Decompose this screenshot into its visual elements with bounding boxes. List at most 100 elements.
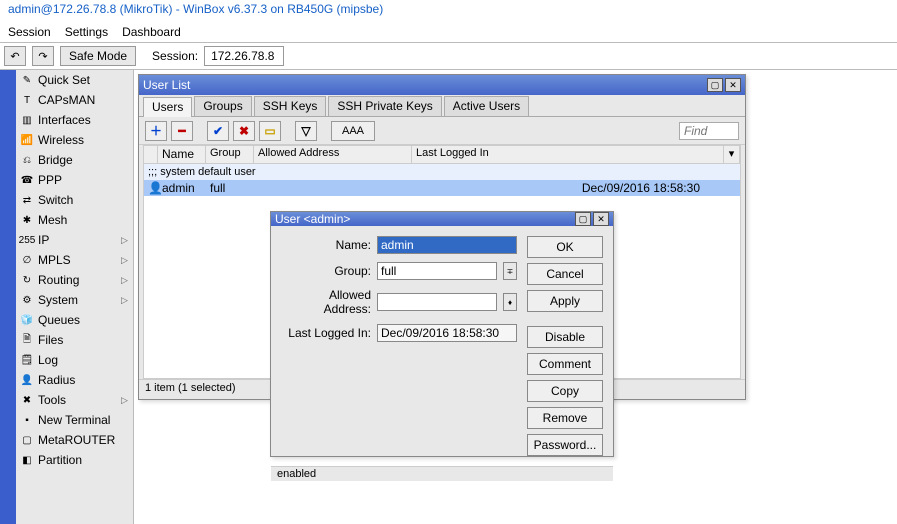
- sidebar-item-switch[interactable]: ⇄ Switch: [16, 190, 133, 210]
- disable-user-button[interactable]: Disable: [527, 326, 603, 348]
- sidebar-label: Wireless: [38, 133, 129, 147]
- sidebar-item-wireless[interactable]: 📶Wireless: [16, 130, 133, 150]
- sidebar-icon: 🗒: [20, 353, 34, 367]
- userlist-close-button[interactable]: ✕: [725, 78, 741, 92]
- sidebar-item-mpls[interactable]: ∅MPLS▷: [16, 250, 133, 270]
- sidebar-label: Mesh: [38, 213, 129, 227]
- userlist-tabs: UsersGroupsSSH KeysSSH Private KeysActiv…: [139, 95, 745, 117]
- sidebar-item-routing[interactable]: ↻Routing▷: [16, 270, 133, 290]
- sidebar-item-bridge[interactable]: ⎌Bridge: [16, 150, 133, 170]
- comment-button[interactable]: ▭: [259, 121, 281, 141]
- sidebar-item-queues[interactable]: 🧊Queues: [16, 310, 133, 330]
- sidebar-item-new-terminal[interactable]: ▪New Terminal: [16, 410, 133, 430]
- undo-button[interactable]: ↶: [4, 46, 26, 66]
- col-name[interactable]: Name ▽: [158, 146, 206, 163]
- copy-button[interactable]: Copy: [527, 380, 603, 402]
- enable-button[interactable]: ✔: [207, 121, 229, 141]
- sidebar-icon: ◧: [20, 453, 34, 467]
- remove-user-button[interactable]: Remove: [527, 407, 603, 429]
- aaa-button[interactable]: AAA: [331, 121, 375, 141]
- sidebar-item-system[interactable]: ⚙System▷: [16, 290, 133, 310]
- sidebar-label: Quick Set: [38, 73, 129, 87]
- disable-button[interactable]: ✖: [233, 121, 255, 141]
- sidebar-item-quick-set[interactable]: ✎ Quick Set: [16, 70, 133, 90]
- tab-groups[interactable]: Groups: [194, 96, 251, 116]
- sidebar-item-ppp[interactable]: ☎PPP: [16, 170, 133, 190]
- menu-session[interactable]: Session: [8, 25, 51, 39]
- sidebar-icon: T: [20, 93, 34, 107]
- menu-dashboard[interactable]: Dashboard: [122, 25, 181, 39]
- userdlg-status: enabled: [271, 466, 613, 481]
- sidebar-item-metarouter[interactable]: ▢MetaROUTER: [16, 430, 133, 450]
- sidebar-icon: ✎: [20, 73, 34, 87]
- userlist-titlebar[interactable]: User List ▢ ✕: [139, 75, 745, 95]
- chevron-right-icon: ▷: [121, 395, 129, 406]
- sidebar-item-partition[interactable]: ◧ Partition: [16, 450, 133, 470]
- allowed-label: Allowed Address:: [281, 288, 371, 316]
- sidebar-item-files[interactable]: 🗎Files: [16, 330, 133, 350]
- sidebar-item-radius[interactable]: 👤Radius: [16, 370, 133, 390]
- allowed-field[interactable]: [377, 293, 497, 311]
- password-button[interactable]: Password...: [527, 434, 603, 456]
- sidebar: ✎ Quick Set TCAPsMAN▥Interfaces📶Wireless⎌B…: [16, 70, 134, 524]
- sidebar-label: Files: [38, 333, 129, 347]
- sidebar-label: Switch: [38, 193, 129, 207]
- sidebar-item-capsman[interactable]: TCAPsMAN: [16, 90, 133, 110]
- userdlg-close-button[interactable]: ✕: [593, 212, 609, 226]
- comment-user-button[interactable]: Comment: [527, 353, 603, 375]
- grid-row-admin[interactable]: 👤 admin full Dec/09/2016 18:58:30: [144, 180, 740, 196]
- sidebar-label: Bridge: [38, 153, 129, 167]
- allowed-updown-icon[interactable]: ♦: [503, 293, 517, 311]
- col-group[interactable]: Group: [206, 146, 254, 163]
- sidebar-item-log[interactable]: 🗒Log: [16, 350, 133, 370]
- sidebar-item-tools[interactable]: ✖Tools▷: [16, 390, 133, 410]
- col-last[interactable]: Last Logged In: [412, 146, 724, 163]
- add-button[interactable]: ＋: [145, 121, 167, 141]
- apply-button[interactable]: Apply: [527, 290, 603, 312]
- find-input[interactable]: [679, 122, 739, 140]
- name-label: Name:: [281, 238, 371, 252]
- ok-button[interactable]: OK: [527, 236, 603, 258]
- window-title: admin@172.26.78.8 (MikroTik) - WinBox v6…: [0, 0, 897, 22]
- col-menu[interactable]: ▾: [724, 146, 740, 163]
- filter-button[interactable]: ▽: [295, 121, 317, 141]
- tab-ssh-keys[interactable]: SSH Keys: [254, 96, 327, 116]
- sidebar-label: Partition: [38, 453, 129, 467]
- sidebar-label: MPLS: [38, 253, 117, 267]
- userlist-min-button[interactable]: ▢: [707, 78, 723, 92]
- session-ip[interactable]: 172.26.78.8: [204, 46, 284, 66]
- tab-ssh-private-keys[interactable]: SSH Private Keys: [328, 96, 441, 116]
- sidebar-icon: ↻: [20, 273, 34, 287]
- last-label: Last Logged In:: [281, 326, 371, 340]
- sidebar-icon: ▥: [20, 113, 34, 127]
- group-field[interactable]: full: [377, 262, 497, 280]
- safemode-button[interactable]: Safe Mode: [60, 46, 136, 66]
- redo-button[interactable]: ↷: [32, 46, 54, 66]
- sidebar-icon: ⚙: [20, 293, 34, 307]
- session-label: Session:: [152, 49, 198, 63]
- userlist-title: User List: [143, 78, 190, 92]
- remove-button[interactable]: ━: [171, 121, 193, 141]
- userdlg-titlebar[interactable]: User <admin> ▢ ✕: [271, 212, 613, 226]
- tab-active-users[interactable]: Active Users: [444, 96, 529, 116]
- sidebar-icon: ✱: [20, 213, 34, 227]
- col-allowed[interactable]: Allowed Address: [254, 146, 412, 163]
- grid-header: Name ▽ Group Allowed Address Last Logged…: [144, 146, 740, 164]
- chevron-right-icon: ▷: [121, 255, 129, 266]
- sidebar-item-ip[interactable]: 255IP▷: [16, 230, 133, 250]
- userdlg-min-button[interactable]: ▢: [575, 212, 591, 226]
- sidebar-item-mesh[interactable]: ✱ Mesh: [16, 210, 133, 230]
- cancel-button[interactable]: Cancel: [527, 263, 603, 285]
- tab-users[interactable]: Users: [143, 97, 192, 117]
- sidebar-label: MetaROUTER: [38, 433, 129, 447]
- name-field[interactable]: admin: [377, 236, 517, 254]
- workspace: User List ▢ ✕ UsersGroupsSSH KeysSSH Pri…: [134, 70, 897, 524]
- menu-settings[interactable]: Settings: [65, 25, 108, 39]
- userdlg-title: User <admin>: [275, 212, 350, 226]
- sidebar-icon: ▪: [20, 413, 34, 427]
- group-dropdown-icon[interactable]: ∓: [503, 262, 517, 280]
- sidebar-label: Radius: [38, 373, 129, 387]
- sidebar-item-interfaces[interactable]: ▥Interfaces: [16, 110, 133, 130]
- sidebar-icon: ⇄: [20, 193, 34, 207]
- chevron-right-icon: ▷: [121, 235, 129, 246]
